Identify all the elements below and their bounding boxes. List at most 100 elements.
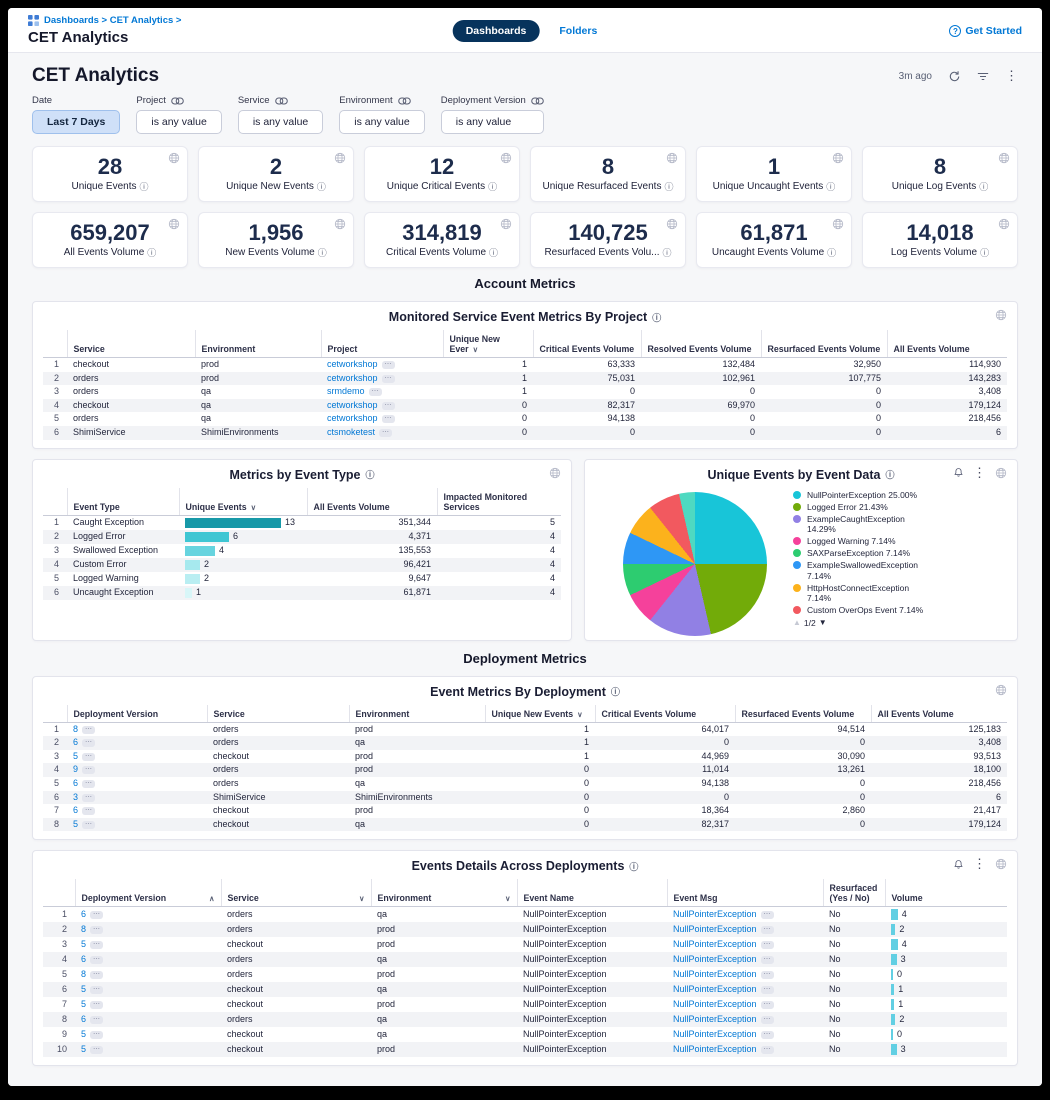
filter-chip[interactable]: is any value <box>238 110 323 134</box>
more-badge[interactable]: ⋯ <box>82 766 95 774</box>
cell-link[interactable]: NullPointerException <box>673 999 757 1009</box>
more-badge[interactable]: ⋯ <box>761 1046 774 1054</box>
globe-icon[interactable] <box>995 309 1007 321</box>
filter-chip[interactable]: Last 7 Days <box>32 110 120 134</box>
more-badge[interactable]: ⋯ <box>82 794 95 802</box>
info-icon[interactable]: ⓘ <box>318 246 327 259</box>
cell-link[interactable]: NullPointerException <box>673 954 757 964</box>
more-badge[interactable]: ⋯ <box>761 1031 774 1039</box>
cell-link[interactable]: 5 <box>81 1044 86 1054</box>
legend-item[interactable]: Logged Warning 7.14% <box>793 536 925 547</box>
column-header[interactable]: Unique New Events∨ <box>485 705 595 723</box>
refresh-icon[interactable] <box>948 70 961 83</box>
more-badge[interactable]: ⋯ <box>90 1016 103 1024</box>
kebab-menu-icon[interactable]: ⋮ <box>973 468 986 478</box>
sort-up-icon[interactable]: ∧ <box>209 894 215 903</box>
cell-link[interactable]: 5 <box>81 999 86 1009</box>
info-icon[interactable]: ⓘ <box>317 180 326 193</box>
legend-item[interactable]: NullPointerException 25.00% <box>793 490 925 501</box>
info-icon[interactable]: ⓘ <box>652 311 661 324</box>
more-badge[interactable]: ⋯ <box>382 402 395 410</box>
cell-link[interactable]: srmdemo <box>327 386 365 396</box>
more-badge[interactable]: ⋯ <box>82 726 95 734</box>
cell-link[interactable]: NullPointerException <box>673 984 757 994</box>
more-badge[interactable]: ⋯ <box>382 375 395 383</box>
cell-link[interactable]: 8 <box>81 924 86 934</box>
sort-down-icon[interactable]: ∨ <box>577 710 583 719</box>
legend-item[interactable]: SAXParseException 7.14% <box>793 548 925 559</box>
legend-item[interactable]: ExampleSwallowedException 7.14% <box>793 560 925 581</box>
filter-chip[interactable]: is any value <box>339 110 424 134</box>
cell-link[interactable]: 6 <box>73 737 78 747</box>
bell-icon[interactable] <box>953 859 964 870</box>
globe-icon[interactable] <box>998 218 1010 230</box>
more-badge[interactable]: ⋯ <box>90 926 103 934</box>
column-header[interactable]: Unique New Ever∨ <box>443 330 533 358</box>
globe-icon[interactable] <box>334 152 346 164</box>
globe-icon[interactable] <box>500 152 512 164</box>
more-badge[interactable]: ⋯ <box>90 941 103 949</box>
cell-link[interactable]: 6 <box>81 909 86 919</box>
cell-link[interactable]: NullPointerException <box>673 1029 757 1039</box>
filter-chip[interactable]: is any value <box>441 110 544 134</box>
pie-chart[interactable] <box>623 492 767 636</box>
more-badge[interactable]: ⋯ <box>90 1031 103 1039</box>
column-header[interactable]: Environment∨ <box>371 879 517 907</box>
bell-icon[interactable] <box>953 467 964 478</box>
globe-icon[interactable] <box>995 684 1007 696</box>
more-badge[interactable]: ⋯ <box>82 780 95 788</box>
info-icon[interactable]: ⓘ <box>980 246 989 259</box>
cell-link[interactable]: NullPointerException <box>673 969 757 979</box>
more-badge[interactable]: ⋯ <box>379 429 392 437</box>
more-badge[interactable]: ⋯ <box>82 807 95 815</box>
cell-link[interactable]: 6 <box>73 805 78 815</box>
cell-link[interactable]: 5 <box>81 939 86 949</box>
globe-icon[interactable] <box>666 218 678 230</box>
more-badge[interactable]: ⋯ <box>90 1001 103 1009</box>
cell-link[interactable]: cetworkshop <box>327 373 378 383</box>
more-badge[interactable]: ⋯ <box>90 971 103 979</box>
globe-icon[interactable] <box>666 152 678 164</box>
page-up-icon[interactable]: ▲ <box>793 618 801 627</box>
info-icon[interactable]: ⓘ <box>979 180 988 193</box>
globe-icon[interactable] <box>168 152 180 164</box>
more-badge[interactable]: ⋯ <box>90 911 103 919</box>
sort-down-icon[interactable]: ∨ <box>505 894 511 903</box>
cell-link[interactable]: 3 <box>73 792 78 802</box>
cell-link[interactable]: NullPointerException <box>673 924 757 934</box>
column-header[interactable]: Unique Events∨ <box>179 488 307 516</box>
more-badge[interactable]: ⋯ <box>761 911 774 919</box>
legend-item[interactable]: ExampleCaughtException 14.29% <box>793 514 925 535</box>
more-badge[interactable]: ⋯ <box>761 956 774 964</box>
cell-link[interactable]: 5 <box>81 1029 86 1039</box>
sort-down-icon[interactable]: ∨ <box>251 503 257 512</box>
info-icon[interactable]: ⓘ <box>489 246 498 259</box>
globe-icon[interactable] <box>995 858 1007 870</box>
info-icon[interactable]: ⓘ <box>629 860 638 873</box>
more-badge[interactable]: ⋯ <box>382 361 395 369</box>
get-started-button[interactable]: ? Get Started <box>949 25 1022 37</box>
info-icon[interactable]: ⓘ <box>366 468 375 481</box>
legend-item[interactable]: Logged Error 21.43% <box>793 502 925 513</box>
cell-link[interactable]: 5 <box>73 819 78 829</box>
column-header[interactable]: Service∨ <box>221 879 371 907</box>
globe-icon[interactable] <box>549 467 561 479</box>
tab-dashboards[interactable]: Dashboards <box>453 20 540 42</box>
cell-link[interactable]: NullPointerException <box>673 1044 757 1054</box>
more-badge[interactable]: ⋯ <box>90 956 103 964</box>
kebab-menu-icon[interactable]: ⋮ <box>1005 71 1018 81</box>
more-badge[interactable]: ⋯ <box>761 1016 774 1024</box>
info-icon[interactable]: ⓘ <box>827 246 836 259</box>
more-badge[interactable]: ⋯ <box>761 941 774 949</box>
info-icon[interactable]: ⓘ <box>611 685 620 698</box>
cell-link[interactable]: 5 <box>81 984 86 994</box>
legend-item[interactable]: HttpHostConnectException 7.14% <box>793 583 925 604</box>
more-badge[interactable]: ⋯ <box>761 986 774 994</box>
sort-down-icon[interactable]: ∨ <box>359 894 365 903</box>
sort-down-icon[interactable]: ∨ <box>473 345 479 354</box>
globe-icon[interactable] <box>500 218 512 230</box>
more-badge[interactable]: ⋯ <box>90 986 103 994</box>
filter-chip[interactable]: is any value <box>136 110 221 134</box>
cell-link[interactable]: cetworkshop <box>327 413 378 423</box>
info-icon[interactable]: ⓘ <box>663 246 672 259</box>
